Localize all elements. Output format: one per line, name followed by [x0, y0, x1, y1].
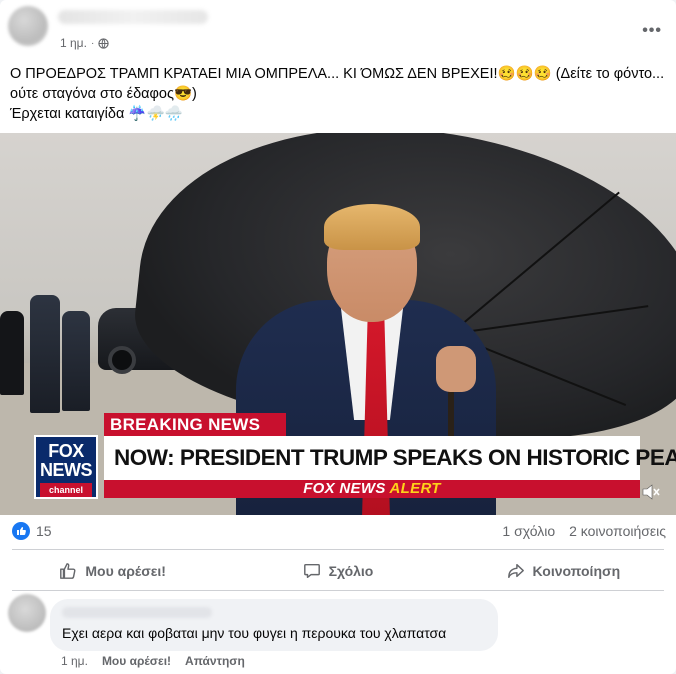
- logo-channel-text: channel: [40, 483, 92, 497]
- headline-banner: NOW: PRESIDENT TRUMP SPEAKS ON HISTORIC …: [104, 436, 676, 480]
- globe-icon: [98, 37, 109, 49]
- author-avatar-blurred[interactable]: [8, 6, 48, 46]
- thumbs-up-icon: [60, 563, 76, 579]
- vehicle-door-shape: [0, 311, 24, 395]
- background-agent-figure: [62, 311, 90, 411]
- comment-icon: [303, 563, 320, 579]
- post-actions: Μου αρέσει! Σχόλιο Κοινοποίηση: [0, 555, 676, 587]
- post-text: Ο ΠΡΟΕΔΡΟΣ ΤΡΑΜΠ ΚΡΑΤΑΕΙ ΜΙΑ ΟΜΠΡΕΛΑ... …: [10, 64, 666, 124]
- post-meta: 1 ημ. ·: [60, 36, 109, 50]
- comment-bubble: Εχει αερα και φοβαται μην του φυγει η πε…: [50, 599, 498, 651]
- post-text-line-1: Ο ΠΡΟΕΔΡΟΣ ΤΡΑΜΠ ΚΡΑΤΑΕΙ ΜΙΑ ΟΜΠΡΕΛΑ... …: [10, 66, 665, 82]
- post-header: 1 ημ. · •••: [0, 0, 676, 60]
- like-button-label: Μου αρέσει!: [85, 563, 166, 579]
- comment-meta: 1 ημ. Μου αρέσει! Απάντηση: [61, 654, 245, 668]
- more-options-icon[interactable]: •••: [642, 22, 662, 40]
- comments-count[interactable]: 1 σχόλιο: [502, 523, 555, 539]
- video-player[interactable]: BREAKING NEWS FOX NEWS channel NOW: PRES…: [0, 133, 676, 515]
- logo-fox-text: FOX: [48, 441, 84, 461]
- like-count[interactable]: 15: [36, 523, 52, 539]
- share-button-label: Κοινοποίηση: [532, 563, 621, 579]
- fox-news-channel-logo: FOX NEWS channel: [34, 435, 98, 499]
- like-badge-icon: [12, 522, 30, 540]
- alert-brand-text: FOX NEWS: [303, 480, 390, 497]
- volume-icon[interactable]: [642, 484, 660, 500]
- umbrella-handle: [448, 390, 454, 440]
- post-timestamp[interactable]: 1 ημ.: [60, 36, 87, 50]
- comment-reply-link[interactable]: Απάντηση: [185, 654, 245, 668]
- comment-time[interactable]: 1 ημ.: [61, 654, 88, 668]
- commenter-name-blurred[interactable]: [62, 607, 212, 618]
- breaking-news-label: BREAKING NEWS: [104, 413, 286, 437]
- commenter-avatar-blurred[interactable]: [8, 594, 46, 632]
- divider: [12, 590, 664, 591]
- author-name-blurred[interactable]: [58, 10, 208, 24]
- breaking-news-word: NEWS: [208, 415, 261, 434]
- hand: [436, 346, 476, 392]
- like-button[interactable]: Μου αρέσει!: [0, 555, 225, 587]
- reactions-summary[interactable]: 15: [12, 522, 52, 540]
- engagement-counts: 1 σχόλιο 2 κοινοποιήσεις: [502, 523, 666, 539]
- hair: [324, 204, 420, 250]
- logo-news-text: NEWS: [40, 460, 93, 480]
- comment-like-link[interactable]: Μου αρέσει!: [102, 654, 171, 668]
- post-text-line-3: Έρχεται καταιγίδα ☔⛈️🌧️: [10, 106, 183, 122]
- meta-separator: ·: [90, 37, 95, 49]
- facebook-post-card: 1 ημ. · ••• Ο ΠΡΟΕΔΡΟΣ ΤΡΑΜΠ ΚΡΑΤΑΕΙ ΜΙΑ…: [0, 0, 676, 674]
- background-agent-figure: [30, 295, 60, 413]
- alert-word: ALERT: [389, 480, 441, 497]
- post-text-line-2: ούτε σταγόνα στο έδαφος😎): [10, 86, 197, 102]
- comment-text: Εχει αερα και φοβαται μην του φυγει η πε…: [62, 625, 447, 641]
- breaking-text: BREAKING: [110, 415, 209, 434]
- share-icon: [507, 563, 524, 579]
- shares-count[interactable]: 2 κοινοποιήσεις: [569, 523, 666, 539]
- share-button[interactable]: Κοινοποίηση: [451, 555, 676, 587]
- comment-button-label: Σχόλιο: [328, 563, 374, 579]
- divider: [12, 549, 664, 550]
- fox-news-alert-bar: FOX NEWS ALERT: [104, 480, 640, 498]
- comment-button[interactable]: Σχόλιο: [225, 555, 450, 587]
